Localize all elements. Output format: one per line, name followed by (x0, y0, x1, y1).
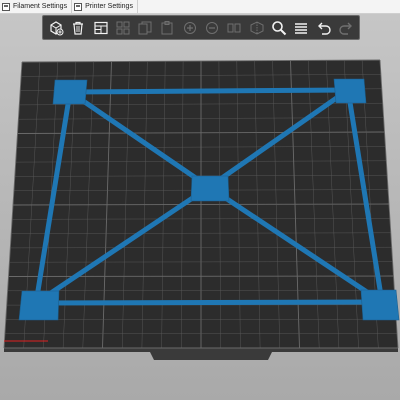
layers-icon (293, 20, 309, 36)
model-pad-bottom-right (360, 289, 400, 321)
settings-tab-bar: Filament Settings Printer Settings (0, 0, 400, 14)
layers-button[interactable] (292, 18, 310, 38)
model-pad-bottom-left (18, 290, 60, 321)
remove-instance-button[interactable] (203, 18, 221, 38)
delete-button[interactable] (69, 18, 87, 38)
arrange-button[interactable] (114, 18, 132, 38)
arrange-icon (115, 20, 131, 36)
undo-icon (316, 20, 332, 36)
printer-settings-icon (74, 2, 83, 11)
paste-button[interactable] (158, 18, 176, 38)
delete-all-icon (93, 20, 109, 36)
add-instance-button[interactable] (181, 18, 199, 38)
trash-icon (70, 20, 86, 36)
plus-icon (182, 20, 198, 36)
split-objects-icon (226, 20, 242, 36)
model-pad-top-left (52, 79, 88, 105)
copy-icon (137, 20, 153, 36)
tab-printer-settings-label: Printer Settings (85, 3, 133, 10)
model-frame-bottom (33, 299, 385, 306)
undo-button[interactable] (315, 18, 333, 38)
search-button[interactable] (270, 18, 288, 38)
search-icon (271, 20, 287, 36)
filament-settings-icon (2, 2, 10, 11)
add-cube-icon (48, 20, 64, 36)
model-pad-top-right (333, 78, 367, 104)
copy-button[interactable] (136, 18, 154, 38)
redo-icon (338, 20, 354, 36)
model-frame-top (67, 87, 351, 95)
top-toolbar (42, 15, 360, 40)
tab-filament-settings[interactable]: Filament Settings (0, 0, 73, 13)
print-bed-front-edge (4, 348, 398, 360)
model-pad-center (190, 175, 230, 202)
redo-button[interactable] (337, 18, 355, 38)
tab-printer-settings[interactable]: Printer Settings (72, 0, 138, 13)
tab-filament-settings-label: Filament Settings (13, 3, 68, 10)
delete-all-button[interactable] (92, 18, 110, 38)
print-bed-scene[interactable] (0, 0, 400, 400)
split-parts-button[interactable] (248, 18, 266, 38)
split-parts-icon (249, 20, 265, 36)
split-objects-button[interactable] (225, 18, 243, 38)
minus-icon (204, 20, 220, 36)
3d-viewport[interactable] (0, 0, 400, 400)
add-button[interactable] (47, 18, 65, 38)
paste-icon (159, 20, 175, 36)
